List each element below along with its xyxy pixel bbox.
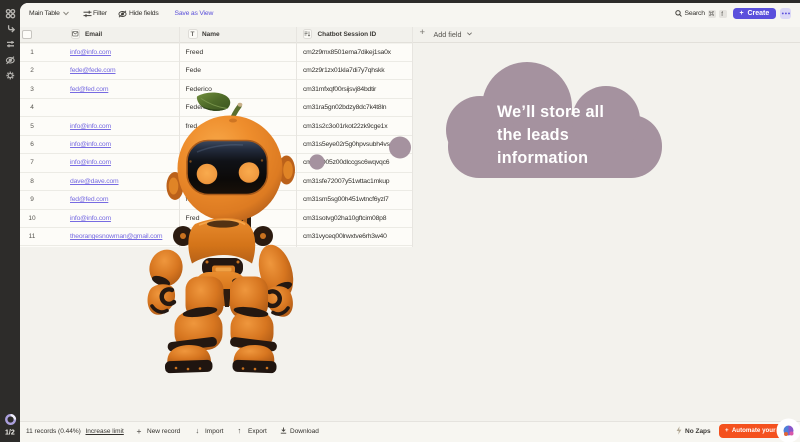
svg-text:We’ll store all: We’ll store all [497,103,604,121]
svg-text:the leads: the leads [497,126,569,144]
svg-text:information: information [497,149,588,167]
